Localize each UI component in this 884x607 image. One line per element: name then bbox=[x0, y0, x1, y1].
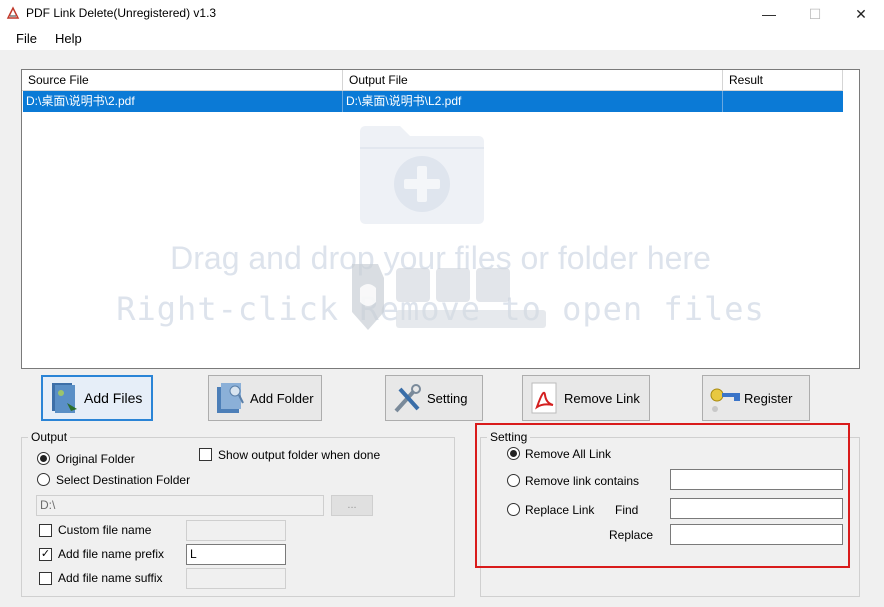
column-result[interactable]: Result bbox=[723, 70, 843, 91]
remove-link-contains-radio[interactable] bbox=[507, 474, 520, 487]
menu-help[interactable]: Help bbox=[55, 31, 82, 46]
minimize-button[interactable]: — bbox=[746, 0, 792, 28]
prefix-input[interactable]: L bbox=[186, 544, 286, 565]
file-table[interactable]: Source File Output File Result D:\桌面\说明书… bbox=[21, 69, 860, 369]
column-output-file[interactable]: Output File bbox=[343, 70, 723, 91]
prefix-label: Add file name prefix bbox=[58, 547, 165, 561]
output-group-label: Output bbox=[28, 430, 71, 444]
destination-folder-input[interactable]: D:\ bbox=[36, 495, 324, 516]
original-folder-label: Original Folder bbox=[56, 452, 135, 466]
cell-output-file: D:\桌面\说明书\L2.pdf bbox=[343, 91, 723, 112]
column-source-file[interactable]: Source File bbox=[22, 70, 343, 91]
add-files-icon bbox=[48, 380, 80, 416]
register-button[interactable]: Register bbox=[702, 375, 810, 421]
pdf-link-icon bbox=[528, 380, 560, 416]
setting-button[interactable]: Setting bbox=[385, 375, 483, 421]
find-input[interactable] bbox=[670, 498, 843, 519]
add-folder-label: Add Folder bbox=[250, 390, 314, 406]
add-files-button[interactable]: Add Files bbox=[41, 375, 153, 421]
cell-source-file: D:\桌面\说明书\2.pdf bbox=[23, 91, 343, 112]
register-label: Register bbox=[744, 390, 793, 406]
setting-label: Setting bbox=[427, 390, 468, 406]
custom-file-name-input[interactable] bbox=[186, 520, 286, 541]
original-folder-radio[interactable] bbox=[37, 452, 50, 465]
select-destination-radio[interactable] bbox=[37, 473, 50, 486]
table-row[interactable]: D:\桌面\说明书\2.pdf D:\桌面\说明书\L2.pdf bbox=[23, 91, 843, 112]
suffix-input[interactable] bbox=[186, 568, 286, 589]
custom-file-name-checkbox[interactable] bbox=[39, 524, 52, 537]
setting-group-label: Setting bbox=[487, 430, 531, 444]
add-files-label: Add Files bbox=[84, 390, 143, 406]
replace-link-radio[interactable] bbox=[507, 503, 520, 516]
output-group: Output Original Folder Show output folde… bbox=[21, 430, 455, 597]
add-folder-icon bbox=[214, 380, 246, 416]
key-icon bbox=[708, 380, 740, 416]
setting-group: Setting Remove All Link Remove link cont… bbox=[480, 430, 860, 597]
select-destination-label: Select Destination Folder bbox=[56, 473, 191, 487]
table-header: Source File Output File Result bbox=[22, 70, 843, 91]
custom-file-name-label: Custom file name bbox=[58, 523, 152, 537]
suffix-label: Add file name suffix bbox=[58, 571, 163, 585]
remove-all-link-label: Remove All Link bbox=[525, 447, 612, 461]
replace-link-label: Replace Link bbox=[525, 503, 595, 517]
window-title: PDF Link Delete(Unregistered) v1.3 bbox=[26, 6, 217, 20]
cell-result bbox=[723, 91, 843, 112]
prefix-checkbox[interactable]: ✓ bbox=[39, 548, 52, 561]
remove-all-link-radio[interactable] bbox=[507, 447, 520, 460]
replace-input[interactable] bbox=[670, 524, 843, 545]
close-button[interactable]: ✕ bbox=[838, 0, 884, 28]
remove-link-contains-label: Remove link contains bbox=[525, 474, 640, 488]
tools-icon bbox=[391, 380, 423, 416]
menu-file[interactable]: File bbox=[16, 31, 37, 46]
find-label: Find bbox=[615, 503, 639, 517]
add-folder-button[interactable]: Add Folder bbox=[208, 375, 322, 421]
app-icon bbox=[6, 6, 20, 20]
show-output-folder-label: Show output folder when done bbox=[218, 448, 381, 462]
watermark-logo bbox=[332, 258, 572, 338]
remove-link-button[interactable]: Remove Link bbox=[522, 375, 650, 421]
menu-bar: File Help bbox=[0, 28, 884, 50]
remove-link-label: Remove Link bbox=[564, 390, 640, 406]
add-folder-placeholder-icon bbox=[356, 122, 488, 226]
show-output-folder-checkbox[interactable] bbox=[199, 448, 212, 461]
link-contains-input[interactable] bbox=[670, 469, 843, 490]
browse-button[interactable]: ... bbox=[331, 495, 373, 516]
maximize-button[interactable]: ☐ bbox=[792, 0, 838, 28]
replace-label: Replace bbox=[609, 528, 654, 542]
suffix-checkbox[interactable] bbox=[39, 572, 52, 585]
title-bar: PDF Link Delete(Unregistered) v1.3 — ☐ ✕ bbox=[0, 0, 884, 28]
